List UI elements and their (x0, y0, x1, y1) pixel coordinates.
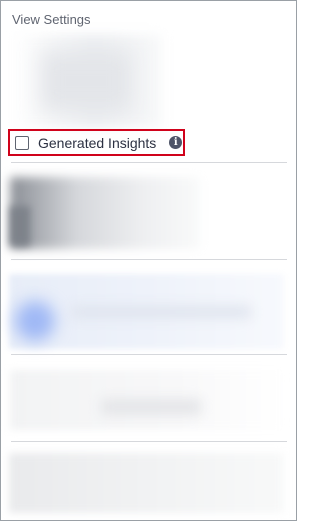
panel-title: View Settings (12, 12, 91, 27)
blurred-preview-2 (10, 177, 200, 249)
view-settings-panel: View Settings Generated Insights i (0, 0, 297, 521)
info-icon[interactable]: i (169, 136, 183, 149)
divider (11, 441, 287, 442)
blurred-preview-3-detail (71, 306, 251, 318)
divider (11, 162, 287, 163)
blurred-preview-5 (9, 453, 284, 513)
divider (11, 259, 287, 260)
blurred-preview-3-icon (15, 301, 55, 341)
blurred-preview-1-detail (41, 51, 131, 111)
generated-insights-option[interactable]: Generated Insights i (8, 129, 185, 156)
generated-insights-checkbox[interactable] (15, 135, 29, 150)
blurred-preview-2-detail (10, 206, 30, 246)
divider (11, 354, 287, 355)
blurred-preview-4-detail (101, 399, 201, 415)
generated-insights-label: Generated Insights (38, 134, 157, 151)
